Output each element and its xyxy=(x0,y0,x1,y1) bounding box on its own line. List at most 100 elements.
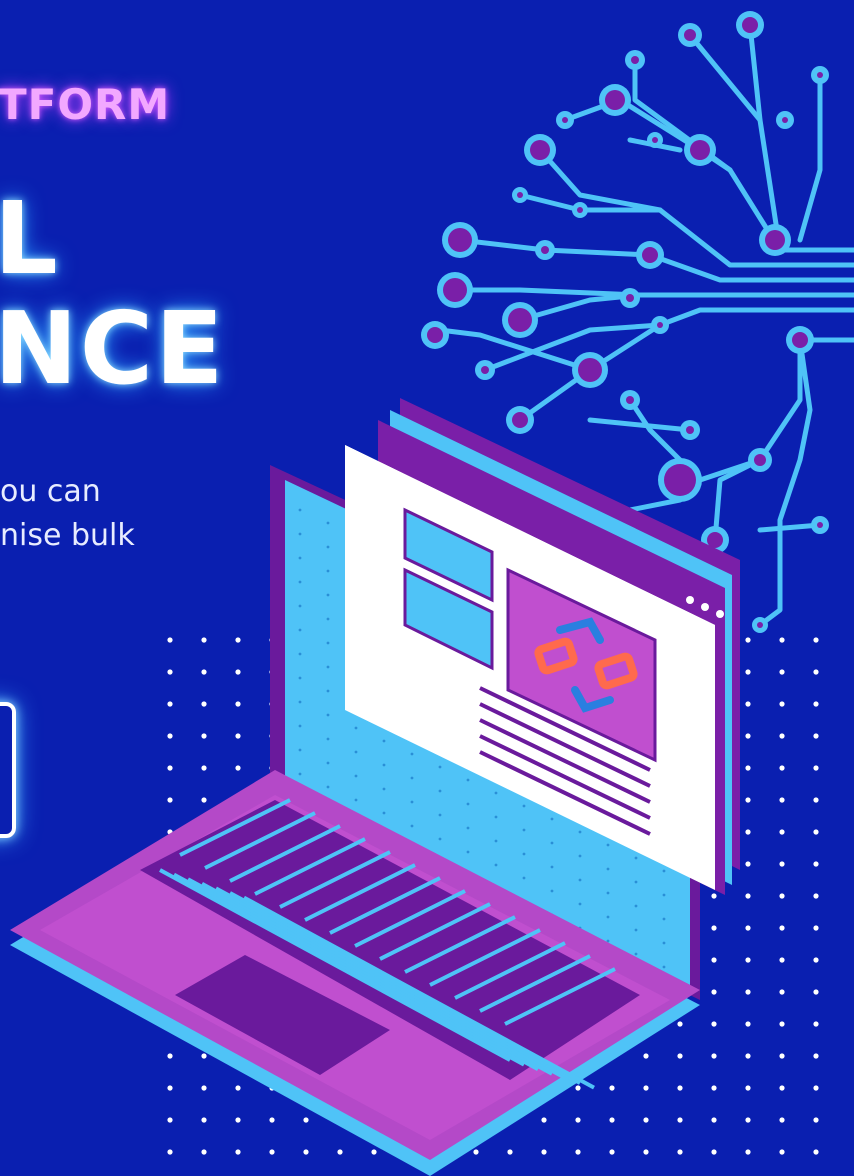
circuit-node xyxy=(786,326,814,354)
decorative-dot xyxy=(167,733,173,739)
decorative-dot xyxy=(745,957,751,963)
decorative-dot xyxy=(813,957,819,963)
decorative-dot xyxy=(677,1021,683,1027)
decorative-dot xyxy=(711,957,717,963)
decorative-dot xyxy=(541,1117,547,1123)
decorative-dot xyxy=(711,1085,717,1091)
cta-button-outline[interactable] xyxy=(0,702,16,838)
decorative-dot xyxy=(813,893,819,899)
decorative-dot xyxy=(711,1021,717,1027)
circuit-node xyxy=(684,134,716,166)
decorative-dot xyxy=(745,925,751,931)
decorative-dot xyxy=(779,637,785,643)
decorative-dot xyxy=(813,989,819,995)
decorative-dot xyxy=(711,925,717,931)
circuit-node xyxy=(442,222,478,258)
decorative-dot xyxy=(779,829,785,835)
headline-line-2: NCE xyxy=(0,290,226,407)
decorative-dot xyxy=(779,1085,785,1091)
decorative-dot xyxy=(745,893,751,899)
decorative-dot xyxy=(235,1085,241,1091)
decorative-dot xyxy=(575,1117,581,1123)
decorative-dot xyxy=(201,733,207,739)
decorative-dot xyxy=(609,1149,615,1155)
decorative-dot xyxy=(167,1085,173,1091)
decorative-dot xyxy=(201,669,207,675)
circuit-node xyxy=(599,84,631,116)
decorative-dot xyxy=(779,1117,785,1123)
decorative-dot xyxy=(235,637,241,643)
decorative-dot xyxy=(779,669,785,675)
decorative-dot xyxy=(643,1149,649,1155)
decorative-dot xyxy=(745,669,751,675)
circuit-node xyxy=(647,132,663,148)
circuit-node xyxy=(620,390,640,410)
decorative-dot xyxy=(779,893,785,899)
decorative-dot xyxy=(609,1085,615,1091)
circuit-node xyxy=(736,11,764,39)
decorative-dot xyxy=(643,1053,649,1059)
decorative-dot xyxy=(813,701,819,707)
decorative-dot xyxy=(235,1149,241,1155)
circuit-node xyxy=(512,187,528,203)
circuit-node xyxy=(502,302,538,338)
decorative-dot xyxy=(745,637,751,643)
decorative-dot xyxy=(677,1149,683,1155)
decorative-dot xyxy=(745,701,751,707)
decorative-dot xyxy=(677,1085,683,1091)
headline-line-1: L xyxy=(0,180,60,297)
circuit-node xyxy=(636,241,664,269)
decorative-dot xyxy=(507,1149,513,1155)
decorative-dot xyxy=(201,797,207,803)
decorative-dot xyxy=(779,1149,785,1155)
circuit-node xyxy=(776,111,794,129)
decorative-dot xyxy=(235,669,241,675)
circuit-node xyxy=(535,240,555,260)
decorative-dot xyxy=(779,925,785,931)
decorative-dot xyxy=(813,797,819,803)
illustration-canvas xyxy=(10,11,854,1176)
circuit-node xyxy=(437,272,473,308)
decorative-dot xyxy=(745,989,751,995)
circuit-node xyxy=(475,360,495,380)
circuit-node xyxy=(748,448,772,472)
decorative-dot xyxy=(813,1053,819,1059)
decorative-dot xyxy=(235,733,241,739)
decorative-dot xyxy=(677,1117,683,1123)
decorative-dot xyxy=(813,733,819,739)
decorative-dot xyxy=(235,1117,241,1123)
decorative-dot xyxy=(167,1149,173,1155)
circuit-node xyxy=(651,316,669,334)
decorative-dot xyxy=(745,765,751,771)
decorative-dot xyxy=(269,1149,275,1155)
decorative-dot xyxy=(711,1149,717,1155)
decorative-dot xyxy=(813,637,819,643)
decorative-dot xyxy=(745,1053,751,1059)
decorative-dot xyxy=(201,637,207,643)
decorative-dot xyxy=(779,861,785,867)
decorative-dot xyxy=(779,957,785,963)
circuit-node xyxy=(572,202,588,218)
circuit-node xyxy=(625,50,645,70)
decorative-dot xyxy=(643,1085,649,1091)
decorative-dot xyxy=(677,1053,683,1059)
decorative-dot xyxy=(167,797,173,803)
decorative-dot xyxy=(201,1117,207,1123)
body-line-1: ou can xyxy=(0,474,101,509)
circuit-node xyxy=(421,321,449,349)
decorative-dot xyxy=(575,1149,581,1155)
decorative-dot xyxy=(167,1053,173,1059)
decorative-dot xyxy=(303,1117,309,1123)
decorative-dot xyxy=(167,701,173,707)
decorative-dot xyxy=(745,861,751,867)
circuit-node xyxy=(678,23,702,47)
circuit-node xyxy=(620,288,640,308)
circuit-node xyxy=(811,516,829,534)
circuit-node xyxy=(658,458,702,502)
decorative-dot xyxy=(813,765,819,771)
decorative-dot xyxy=(541,1149,547,1155)
decorative-dot xyxy=(371,1149,377,1155)
decorative-dot xyxy=(167,765,173,771)
decorative-dot xyxy=(337,1149,343,1155)
decorative-dot xyxy=(745,1021,751,1027)
